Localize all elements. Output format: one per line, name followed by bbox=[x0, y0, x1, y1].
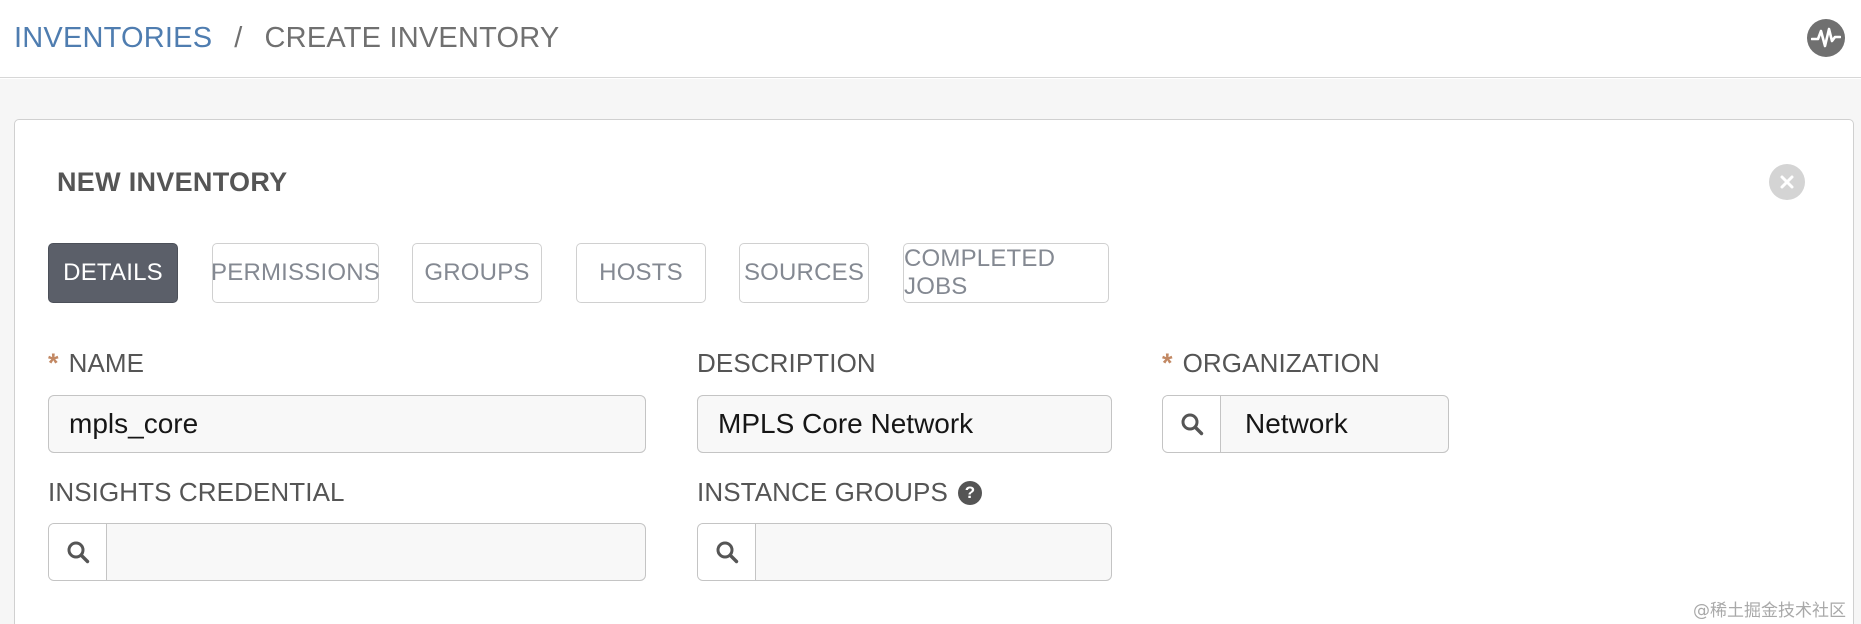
organization-field[interactable]: Network bbox=[1221, 396, 1448, 452]
search-icon bbox=[716, 541, 738, 564]
close-icon[interactable] bbox=[1769, 164, 1805, 200]
tab-details[interactable]: DETAILS bbox=[48, 243, 178, 303]
instance-groups-label-text: INSTANCE GROUPS bbox=[697, 477, 948, 507]
required-marker: * bbox=[1162, 348, 1173, 378]
description-field[interactable]: MPLS Core Network bbox=[697, 395, 1112, 453]
name-label-text: NAME bbox=[68, 348, 145, 378]
tab-groups[interactable]: GROUPS bbox=[412, 243, 542, 303]
tab-completed-jobs[interactable]: COMPLETED JOBS bbox=[903, 243, 1109, 303]
insights-credential-search-button[interactable] bbox=[49, 524, 107, 580]
description-label: DESCRIPTION bbox=[697, 348, 876, 379]
insights-credential-lookup bbox=[48, 523, 646, 581]
required-marker: * bbox=[48, 348, 59, 378]
activity-stream-icon[interactable] bbox=[1807, 19, 1845, 57]
breadcrumb-separator: / bbox=[234, 22, 243, 54]
name-label: * NAME bbox=[48, 348, 144, 379]
description-label-text: DESCRIPTION bbox=[697, 348, 876, 378]
search-icon bbox=[1181, 413, 1203, 436]
tab-hosts[interactable]: HOSTS bbox=[576, 243, 706, 303]
breadcrumb: INVENTORIES / CREATE INVENTORY bbox=[14, 22, 559, 55]
instance-groups-label: INSTANCE GROUPS ? bbox=[697, 477, 982, 508]
instance-groups-lookup bbox=[697, 523, 1112, 581]
panel-title: NEW INVENTORY bbox=[57, 167, 288, 197]
search-icon bbox=[67, 541, 89, 564]
insights-credential-field[interactable] bbox=[107, 524, 645, 580]
organization-lookup: Network bbox=[1162, 395, 1449, 453]
instance-groups-search-button[interactable] bbox=[698, 524, 756, 580]
breadcrumb-inventories-link[interactable]: INVENTORIES bbox=[14, 22, 212, 55]
organization-search-button[interactable] bbox=[1163, 396, 1221, 452]
insights-credential-label-text: INSIGHTS CREDENTIAL bbox=[48, 477, 345, 507]
instance-groups-field[interactable] bbox=[756, 524, 1111, 580]
organization-label: * ORGANIZATION bbox=[1162, 348, 1380, 379]
help-icon[interactable]: ? bbox=[957, 480, 982, 505]
breadcrumb-current: CREATE INVENTORY bbox=[264, 22, 560, 54]
insights-credential-label: INSIGHTS CREDENTIAL bbox=[48, 477, 345, 508]
organization-label-text: ORGANIZATION bbox=[1182, 348, 1380, 378]
tab-sources[interactable]: SOURCES bbox=[739, 243, 869, 303]
new-inventory-panel: NEW INVENTORY DETAILS PERMISSIONS GROUPS… bbox=[14, 119, 1854, 624]
tab-permissions[interactable]: PERMISSIONS bbox=[211, 243, 380, 303]
name-field[interactable]: mpls_core bbox=[48, 395, 646, 453]
top-bar: INVENTORIES / CREATE INVENTORY bbox=[0, 0, 1861, 78]
watermark: @稀土掘金技术社区 bbox=[1693, 601, 1846, 621]
